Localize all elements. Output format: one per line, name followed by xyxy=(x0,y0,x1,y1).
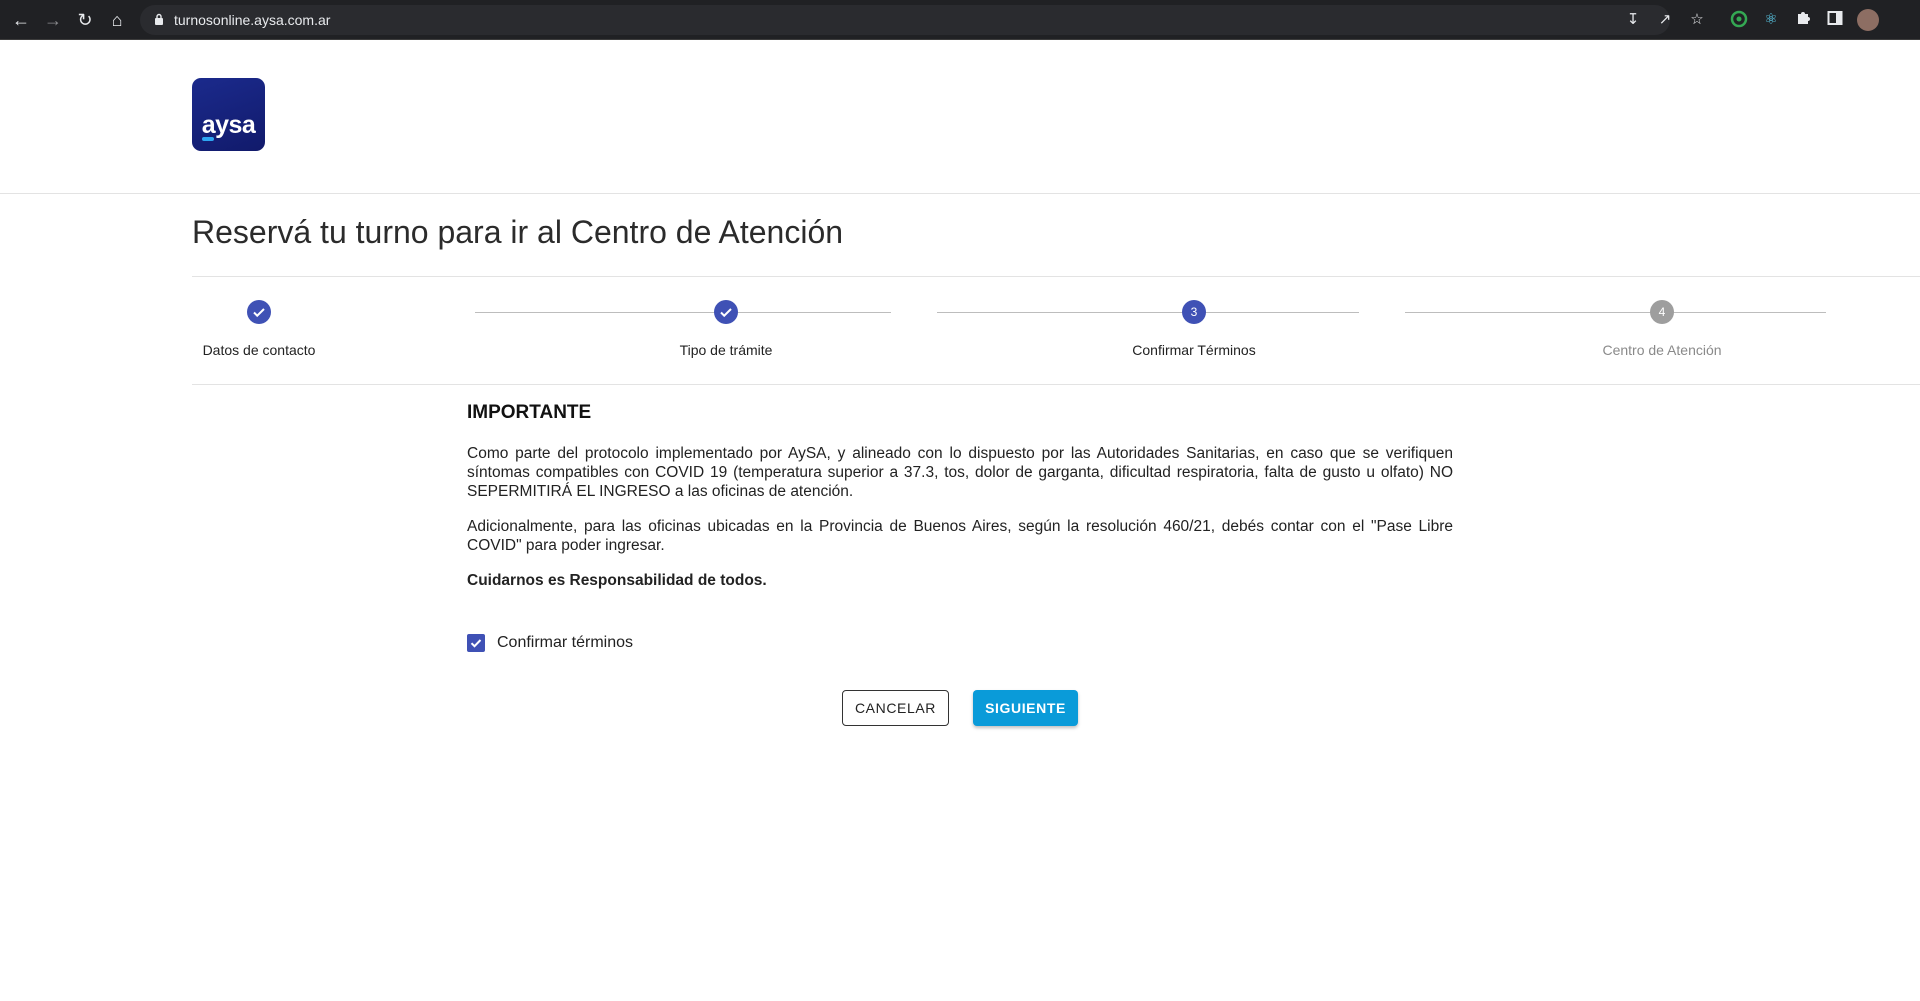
next-button[interactable]: SIGUIENTE xyxy=(973,690,1078,726)
lock-icon xyxy=(155,13,163,25)
responsibility-text: Cuidarnos es Responsabilidad de todos. xyxy=(467,572,767,589)
install-icon[interactable]: ↧ xyxy=(1623,10,1643,30)
step-1-label: Datos de contacto xyxy=(202,342,316,358)
step-4-number: 4 xyxy=(1650,300,1674,324)
step-connector xyxy=(937,312,1359,313)
important-heading: IMPORTANTE xyxy=(467,402,592,423)
profile-avatar[interactable] xyxy=(1857,9,1879,31)
step-1-check-icon xyxy=(247,300,271,324)
site-header: aysa xyxy=(0,40,1920,194)
forward-icon[interactable]: → xyxy=(41,8,65,32)
pase-libre-paragraph: Adicionalmente, para las oficinas ubicad… xyxy=(467,518,1453,554)
step-connector xyxy=(475,312,891,313)
reload-icon[interactable]: ↻ xyxy=(73,8,97,32)
puzzle-icon[interactable] xyxy=(1793,10,1813,30)
address-bar[interactable]: turnosonline.aysa.com.ar xyxy=(140,5,1670,35)
share-icon[interactable]: ↗ xyxy=(1655,10,1675,30)
logo-drop-icon xyxy=(202,137,214,141)
divider xyxy=(192,384,1920,385)
back-icon[interactable]: ← xyxy=(9,8,33,32)
page-title: Reservá tu turno para ir al Centro de At… xyxy=(192,214,844,250)
step-4-label: Centro de Atención xyxy=(1602,342,1722,358)
aysa-logo[interactable]: aysa xyxy=(192,78,265,151)
checkmark-icon xyxy=(470,639,482,648)
stepper: Datos de contacto Tipo de trámite 3 Conf… xyxy=(192,296,1826,366)
step-3-label: Confirmar Términos xyxy=(1132,342,1256,358)
sidepanel-icon[interactable] xyxy=(1825,10,1845,30)
confirm-terms-row[interactable]: Confirmar términos xyxy=(467,632,633,654)
browser-toolbar: ← → ↻ ⌂ turnosonline.aysa.com.ar ↧ ↗ ☆ ⚛ xyxy=(0,0,1920,40)
step-2-label: Tipo de trámite xyxy=(679,342,773,358)
logo-text: aysa xyxy=(201,111,256,139)
divider xyxy=(192,276,1920,277)
step-connector xyxy=(1405,312,1826,313)
extension-green-icon[interactable] xyxy=(1729,10,1749,30)
confirm-terms-checkbox[interactable] xyxy=(467,634,485,652)
step-3-number: 3 xyxy=(1182,300,1206,324)
terms-content: IMPORTANTE Como parte del protocolo impl… xyxy=(467,402,1453,606)
confirm-terms-label[interactable]: Confirmar términos xyxy=(497,634,633,652)
step-2-check-icon xyxy=(714,300,738,324)
cancel-button[interactable]: CANCELAR xyxy=(842,690,949,726)
extension-react-icon[interactable]: ⚛ xyxy=(1761,10,1781,30)
url-text: turnosonline.aysa.com.ar xyxy=(174,12,331,28)
star-icon[interactable]: ☆ xyxy=(1687,10,1707,30)
home-icon[interactable]: ⌂ xyxy=(105,8,129,32)
covid-protocol-paragraph: Como parte del protocolo implementado po… xyxy=(467,445,1453,500)
